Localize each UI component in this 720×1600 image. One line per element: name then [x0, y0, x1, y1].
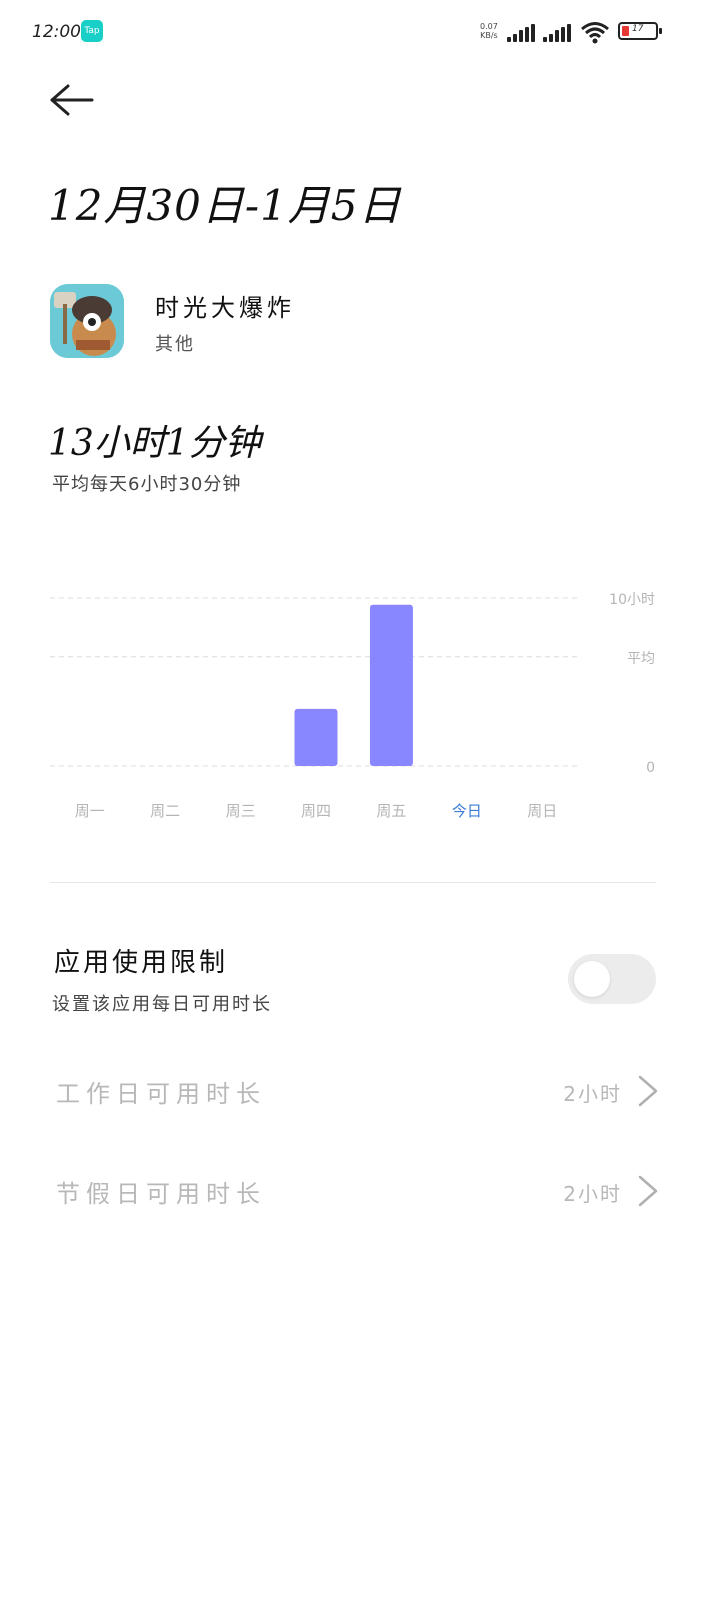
network-speed: 0.07 KB/s	[480, 22, 498, 40]
x-label-周四: 周四	[301, 802, 331, 820]
app-name: 时光大爆炸	[155, 294, 295, 322]
page-title: 12月30日-1月5日	[48, 181, 402, 230]
weekday-limit-label: 工作日可用时长	[56, 1080, 266, 1108]
battery-icon: 17	[618, 22, 662, 40]
y-label-zero: 0	[646, 760, 655, 776]
x-label-今日: 今日	[452, 802, 482, 820]
y-label-average: 平均	[627, 651, 655, 667]
chevron-right-icon	[638, 1175, 658, 1207]
chevron-right-icon	[638, 1075, 658, 1107]
weekday-limit-row[interactable]: 工作日可用时长 2小时	[0, 1052, 720, 1132]
y-label-max: 10小时	[609, 592, 655, 608]
toggle-knob	[574, 961, 610, 997]
holiday-limit-row[interactable]: 节假日可用时长 2小时	[0, 1152, 720, 1232]
usage-bar-chart: 10小时平均 0 周一 周二 周三 周四 周五 今日 周日	[50, 592, 655, 820]
usage-limit-subtitle: 设置该应用每日可用时长	[52, 994, 272, 1015]
status-bar: 12:00 Tap 0.07 KB/s 17	[0, 0, 720, 64]
x-label-周五: 周五	[376, 802, 406, 820]
holiday-limit-label: 节假日可用时长	[56, 1180, 266, 1208]
total-usage: 13小时1分钟	[48, 423, 261, 464]
bar-周四	[294, 708, 338, 766]
taptap-icon: Tap	[81, 20, 103, 42]
average-usage: 平均每天6小时30分钟	[52, 474, 242, 495]
x-label-周一: 周一	[75, 802, 105, 820]
signal-icon	[507, 24, 537, 42]
app-category: 其他	[155, 334, 195, 355]
divider	[50, 882, 656, 883]
bar-周五	[369, 604, 413, 766]
x-label-周三: 周三	[226, 802, 256, 820]
back-arrow-icon[interactable]	[48, 82, 96, 122]
signal-icon	[543, 24, 573, 42]
usage-limit-title: 应用使用限制	[54, 948, 229, 978]
x-label-周二: 周二	[150, 802, 180, 820]
weekday-limit-value: 2小时	[563, 1082, 622, 1106]
x-label-周日: 周日	[527, 802, 557, 820]
wifi-icon	[581, 22, 609, 44]
holiday-limit-value: 2小时	[563, 1182, 622, 1206]
app-icon	[50, 284, 124, 358]
status-time: 12:00	[32, 22, 81, 42]
usage-limit-toggle[interactable]	[568, 954, 656, 1004]
